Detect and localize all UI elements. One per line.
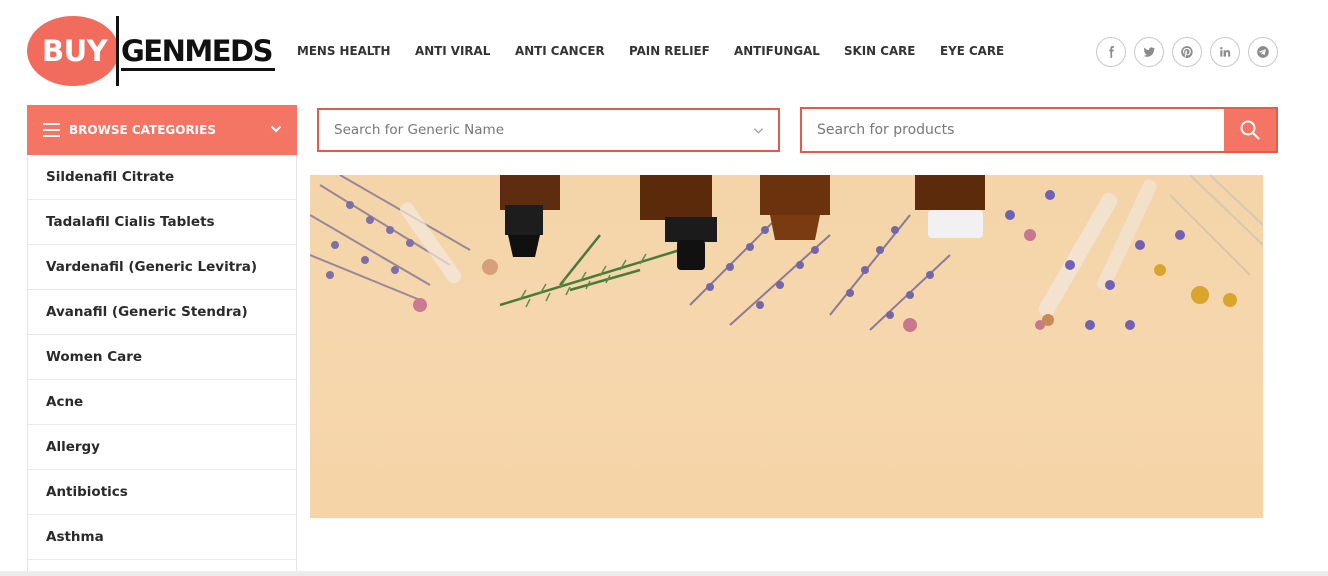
telegram-icon[interactable] xyxy=(1248,37,1278,67)
logo-underline xyxy=(121,68,275,71)
category-item-vardenafil[interactable]: Vardenafil (Generic Levitra) xyxy=(28,245,296,290)
nav-mens-health[interactable]: MENS HEALTH xyxy=(297,43,390,58)
site-logo[interactable]: BUY GENMEDS xyxy=(27,16,277,88)
chevron-down-icon xyxy=(753,128,764,134)
facebook-icon[interactable] xyxy=(1096,37,1126,67)
product-search-input[interactable] xyxy=(802,109,1224,151)
category-item-acne[interactable]: Acne xyxy=(28,380,296,425)
category-list: Sildenafil Citrate Tadalafil Cialis Tabl… xyxy=(27,155,297,576)
category-item-tadalafil[interactable]: Tadalafil Cialis Tablets xyxy=(28,200,296,245)
category-item-antibiotics[interactable]: Antibiotics xyxy=(28,470,296,515)
search-icon xyxy=(1240,120,1260,140)
category-item-allergy[interactable]: Allergy xyxy=(28,425,296,470)
browse-categories-toggle[interactable]: BROWSE CATEGORIES xyxy=(27,105,297,155)
pinterest-icon[interactable] xyxy=(1172,37,1202,67)
nav-skin-care[interactable]: SKIN CARE xyxy=(844,43,915,58)
logo-text-buy: BUY xyxy=(42,34,108,68)
main-navigation: MENS HEALTH ANTI VIRAL ANTI CANCER PAIN … xyxy=(297,43,1007,58)
nav-antifungal[interactable]: ANTIFUNGAL xyxy=(734,43,820,58)
nav-pain-relief[interactable]: PAIN RELIEF xyxy=(629,43,710,58)
twitter-icon[interactable] xyxy=(1134,37,1164,67)
linkedin-icon[interactable] xyxy=(1210,37,1240,67)
browse-categories-title: BROWSE CATEGORIES xyxy=(69,123,216,137)
logo-text-genmeds: GENMEDS xyxy=(121,34,274,68)
generic-name-placeholder: Search for Generic Name xyxy=(334,122,504,138)
logo-divider xyxy=(116,16,119,86)
category-item-asthma[interactable]: Asthma xyxy=(28,515,296,560)
generic-name-select[interactable]: Search for Generic Name xyxy=(317,108,780,152)
category-item-avanafil[interactable]: Avanafil (Generic Stendra) xyxy=(28,290,296,335)
product-search-form xyxy=(800,107,1278,153)
category-item-women-care[interactable]: Women Care xyxy=(28,335,296,380)
social-links xyxy=(1096,37,1278,67)
chevron-down-icon xyxy=(270,125,282,133)
nav-anti-viral[interactable]: ANTI VIRAL xyxy=(415,43,490,58)
category-item-sildenafil[interactable]: Sildenafil Citrate xyxy=(28,155,296,200)
hero-banner-image[interactable] xyxy=(310,175,1263,518)
herbal-bottles-illustration xyxy=(310,175,1263,332)
menu-icon xyxy=(43,123,60,137)
nav-anti-cancer[interactable]: ANTI CANCER xyxy=(515,43,605,58)
search-button[interactable] xyxy=(1224,109,1276,151)
nav-eye-care[interactable]: EYE CARE xyxy=(940,43,1004,58)
page-bottom-edge xyxy=(0,571,1328,576)
